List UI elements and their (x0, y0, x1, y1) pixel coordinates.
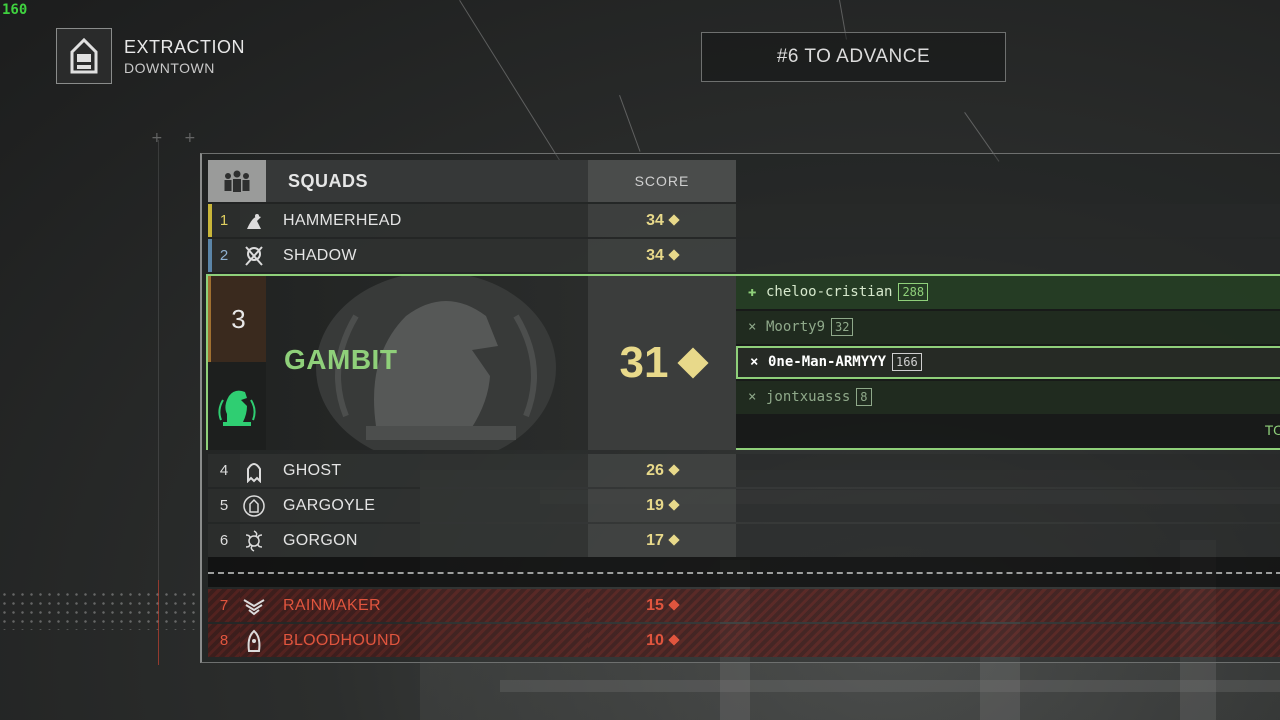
squad-name: RAINMAKER (283, 597, 381, 614)
squad-score: 26 (588, 454, 736, 487)
fps-counter: 160 (2, 2, 28, 18)
mode-header: EXTRACTION DOWNTOWN (56, 28, 245, 84)
eliminated-zone-line (158, 580, 159, 665)
diamond-icon (677, 347, 710, 379)
squad-score: 17 (588, 524, 736, 557)
squad-score-value: 34 (646, 247, 664, 264)
diamond-icon (668, 249, 680, 261)
diamond-icon (668, 499, 680, 511)
member-footer-text: TO (1264, 422, 1280, 438)
frame-crosshair: + (184, 130, 196, 146)
member-row-highlighted[interactable]: × 0ne-Man-ARMYYY 166 (736, 346, 1280, 379)
eliminated-x-icon: × (750, 354, 759, 370)
squad-row-eliminated[interactable]: 8 BLOODHOUND 10 (208, 624, 1280, 657)
member-name: 0ne-Man-ARMYYY (768, 354, 887, 370)
shadow-icon (240, 239, 268, 272)
score-column-header: SCORE (588, 160, 736, 202)
squad-name: HAMMERHEAD (283, 212, 402, 229)
advance-banner: #6 TO ADVANCE (701, 32, 1006, 82)
squads-column-header: SQUADS (266, 160, 588, 202)
squad-name: GARGOYLE (283, 497, 376, 514)
squad-rank: 7 (219, 597, 229, 614)
squad-score-value: 17 (646, 532, 664, 549)
diamond-icon (668, 534, 680, 546)
squad-row[interactable]: 4 GHOST 26 (208, 454, 1280, 487)
background-dot-grid (0, 590, 200, 630)
member-name: Moorty9 (766, 319, 826, 335)
squad-rank: 4 (219, 462, 229, 479)
member-row[interactable]: × jontxuasss 8 (736, 381, 1280, 414)
advance-cutoff-line (208, 572, 1280, 574)
eliminated-x-icon: × (748, 319, 757, 335)
squad-group-icon (208, 160, 266, 202)
squad-score-value: 34 (646, 212, 664, 229)
mode-map: DOWNTOWN (124, 59, 215, 76)
background-streak (459, 0, 561, 162)
squad-row[interactable]: 5 GARGOYLE 19 (208, 489, 1280, 522)
member-points: 288 (898, 283, 929, 301)
member-points: 8 (856, 388, 872, 406)
eliminated-x-icon: × (748, 389, 757, 405)
squad-members-list: ✚ cheloo-cristian 288 × Moorty9 32 × 0ne-Man-… (736, 276, 1280, 450)
squad-rank: 6 (219, 532, 229, 549)
squad-score-value: 10 (646, 632, 664, 649)
squad-score-value: 26 (646, 462, 664, 479)
member-name: jontxuasss (766, 389, 851, 405)
rainmaker-icon (240, 589, 268, 622)
member-row[interactable]: ✚ cheloo-cristian 288 (736, 276, 1280, 309)
squad-score-value: 19 (646, 497, 664, 514)
squad-row-eliminated[interactable]: 7 RAINMAKER 15 (208, 589, 1280, 622)
frame-line (158, 140, 159, 580)
mode-title: EXTRACTION (124, 36, 246, 57)
scoreboard-header: SQUADS SCORE (208, 160, 1280, 202)
squad-rank: 1 (219, 212, 229, 229)
squad-name: SHADOW (283, 247, 357, 264)
squad-row[interactable]: 2 SHADOW 34 (208, 239, 1280, 272)
gargoyle-icon (240, 489, 268, 522)
diamond-icon (668, 464, 680, 476)
member-name: cheloo-cristian (766, 284, 893, 300)
knight-icon (208, 362, 266, 450)
squad-score-value: 15 (646, 597, 664, 614)
squad-score: 10 (588, 624, 736, 657)
member-row[interactable]: × Moorty9 32 (736, 311, 1280, 344)
background-streak (619, 95, 641, 152)
medic-cross-icon: ✚ (748, 284, 757, 300)
squad-name: GHOST (283, 462, 342, 479)
diamond-icon (668, 214, 680, 226)
squad-row[interactable]: 1 HAMMERHEAD 34 (208, 204, 1280, 237)
ghost-icon (240, 454, 268, 487)
selected-squad-card[interactable]: 3 GAMBIT 31 ✚ cheloo-cristian 288 × Moor… (206, 274, 1280, 450)
background-beam (500, 680, 1280, 692)
squad-rank: 8 (219, 632, 229, 649)
squads-scoreboard: SQUADS SCORE 1 HAMMERHEAD 34 2 SHADOW 34… (200, 153, 1280, 663)
squad-rank: 2 (219, 247, 229, 264)
selected-squad-rank: 3 (208, 276, 266, 362)
squad-name: GORGON (283, 532, 358, 549)
squad-rank: 5 (219, 497, 229, 514)
bloodhound-icon (240, 624, 268, 657)
gorgon-icon (240, 524, 268, 557)
selected-squad-score: 31 (588, 276, 736, 450)
squad-row[interactable]: 6 GORGON 17 (208, 524, 1280, 557)
squad-name: BLOODHOUND (283, 632, 401, 649)
extraction-icon (56, 28, 112, 84)
squad-score: 15 (588, 589, 736, 622)
diamond-icon (668, 634, 680, 646)
member-points: 166 (892, 353, 922, 371)
diamond-icon (668, 599, 680, 611)
squad-score: 19 (588, 489, 736, 522)
squad-score: 34 (588, 239, 736, 272)
selected-squad-name: GAMBIT (284, 344, 398, 375)
frame-crosshair: + (151, 130, 163, 146)
selected-squad-score-value: 31 (619, 338, 669, 387)
squad-score: 34 (588, 204, 736, 237)
member-points: 32 (831, 318, 854, 336)
hammerhead-icon (240, 204, 268, 237)
